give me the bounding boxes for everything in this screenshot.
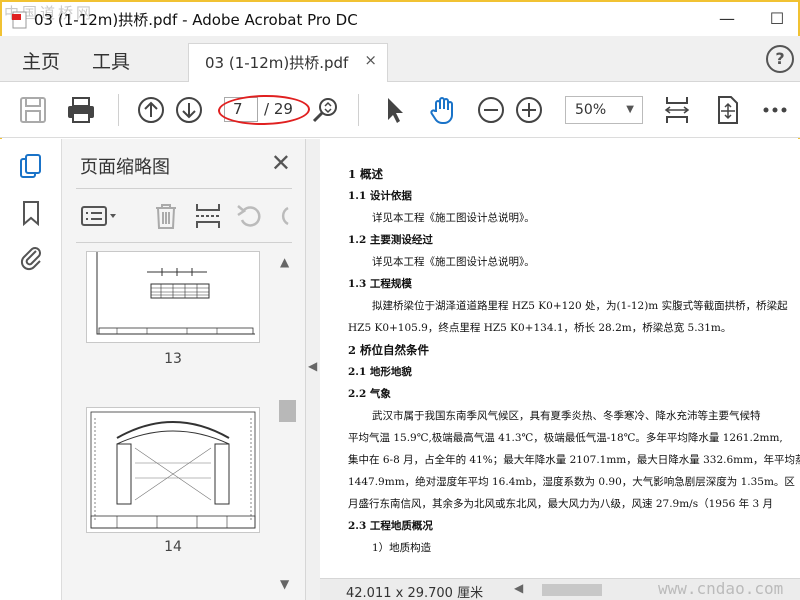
select-cursor-icon[interactable] [378,93,412,127]
fit-page-icon[interactable] [660,93,694,127]
page-14-preview [90,411,256,529]
document-paragraph: 集中在 6-8 月，占全年的 41%；最大年降水量 2107.1mm，最大日降水… [348,454,800,466]
scroll-up-icon[interactable]: ▲ [280,255,289,269]
window-title: 03 (1-12m)拱桥.pdf - Adobe Acrobat Pro DC [34,11,358,29]
page-thumbnail-14[interactable] [86,407,260,533]
title-bar: 中国道桥网 03 (1-12m)拱桥.pdf - Adobe Acrobat P… [0,0,800,36]
zoom-level-select[interactable]: 50% ▼ [565,96,643,124]
rotate-view-icon[interactable] [710,93,744,127]
delete-page-icon[interactable] [150,201,182,231]
chevron-left-icon: ◀ [308,359,318,373]
document-paragraph: 平均气温 15.9℃,极端最高气温 41.3℃，极端最低气温-18℃。多年平均降… [348,432,783,444]
bookmark-icon[interactable] [18,199,44,227]
thumbnail-options-icon[interactable] [80,201,122,231]
document-heading: 2.3 工程地质概况 [348,520,433,532]
page-dimensions: 42.011 x 29.700 厘米 [346,586,484,600]
document-heading: 1.2 主要测设经过 [348,234,433,246]
tab-home[interactable]: 主页 [22,47,60,74]
zoom-level-value: 50% [575,102,607,118]
red-highlight-circle [217,94,311,126]
document-view[interactable]: 1 概述 1.1 设计依据 详见本工程《施工图设计总说明》。 1.2 主要测设经过 详见… [320,139,800,579]
document-heading: 1.1 设计依据 [348,190,412,202]
document-paragraph: 1）地质构造 [372,542,432,554]
horizontal-scrollbar-thumb[interactable] [542,584,602,596]
toolbar: 7 / 29 50% ▼ [0,82,800,138]
rotate-left-icon[interactable] [234,201,266,231]
thumbnail-label: 13 [164,351,182,367]
previous-page-icon[interactable] [134,93,168,127]
tab-bar: 主页 工具 03 (1-12m)拱桥.pdf × ? [0,36,800,82]
divider [76,188,292,189]
document-paragraph: 详见本工程《施工图设计总说明》。 [372,212,535,224]
document-tab-label: 03 (1-12m)拱桥.pdf [205,54,349,72]
document-heading: 1 概述 [348,167,384,181]
document-tab[interactable]: 03 (1-12m)拱桥.pdf × [188,43,388,82]
document-heading: 2 桥位自然条件 [348,343,430,357]
zoom-in-icon[interactable] [512,93,546,127]
chevron-down-icon: ▼ [626,104,634,115]
scroll-down-icon[interactable]: ▼ [280,577,289,591]
document-paragraph: 拟建桥梁位于湖泽道道路里程 HZ5 K0+120 处，为(1-12)m 实腹式等… [372,300,788,312]
acrobat-app-icon [12,11,27,29]
hand-tool-icon[interactable] [426,93,460,127]
more-options-icon[interactable] [758,93,792,127]
rotate-right-icon[interactable] [274,201,290,231]
close-tab-icon[interactable]: × [364,51,377,69]
help-icon[interactable]: ? [766,45,794,73]
toolbar-separator [118,94,119,126]
document-heading: 2.2 气象 [348,388,391,400]
save-icon[interactable] [16,93,50,127]
page-thumbnail-13[interactable] [86,251,260,343]
document-heading: 2.1 地形地貌 [348,366,412,378]
document-heading: 1.3 工程规模 [348,278,412,290]
divider [76,242,292,243]
minimize-button[interactable]: — [714,8,740,30]
tab-tools[interactable]: 工具 [92,47,130,74]
close-panel-icon[interactable]: ✕ [271,149,291,177]
maximize-button[interactable]: ☐ [764,8,790,30]
page-thumbnails-icon[interactable] [18,153,44,181]
document-paragraph: 1447.9mm，绝对湿度年平均 16.4mb，湿度系数为 0.90，大气影响急… [348,476,795,488]
insert-page-icon[interactable] [192,201,224,231]
bottom-watermark: www.cndao.com [658,579,784,598]
zoom-out-icon[interactable] [474,93,508,127]
collapse-panel-handle[interactable]: ◀ [306,139,320,600]
thumbnails-panel: 页面缩略图 ✕ 13 14 ▲ ▼ [62,139,306,600]
document-paragraph: HZ5 K0+105.9，终点里程 HZ5 K0+134.1，桥长 28.2m，… [348,322,732,334]
status-bar: 42.011 x 29.700 厘米 ◀ www.cndao.com [320,578,800,600]
next-page-icon[interactable] [172,93,206,127]
thumbnail-label: 14 [164,539,182,555]
document-page-text: 1 概述 1.1 设计依据 详见本工程《施工图设计总说明》。 1.2 主要测设经过 详见… [348,163,800,559]
document-paragraph: 月盛行东南信风，其余多为北风或东北风，最大风力为八级，风速 27.9m/s（19… [348,498,774,510]
scrollbar-thumb[interactable] [279,400,296,422]
attachment-icon[interactable] [18,243,44,271]
panel-title: 页面缩略图 [80,157,170,178]
document-paragraph: 武汉市属于我国东南季风气候区，具有夏季炎热、冬季寒冷、降水充沛等主要气候特 [372,410,761,422]
left-navigation-rail [0,139,62,600]
print-icon[interactable] [64,93,98,127]
page-13-preview [96,252,255,335]
zoom-search-icon[interactable] [308,93,342,127]
scroll-left-icon[interactable]: ◀ [514,581,523,595]
document-paragraph: 详见本工程《施工图设计总说明》。 [372,256,535,268]
toolbar-separator [358,94,359,126]
